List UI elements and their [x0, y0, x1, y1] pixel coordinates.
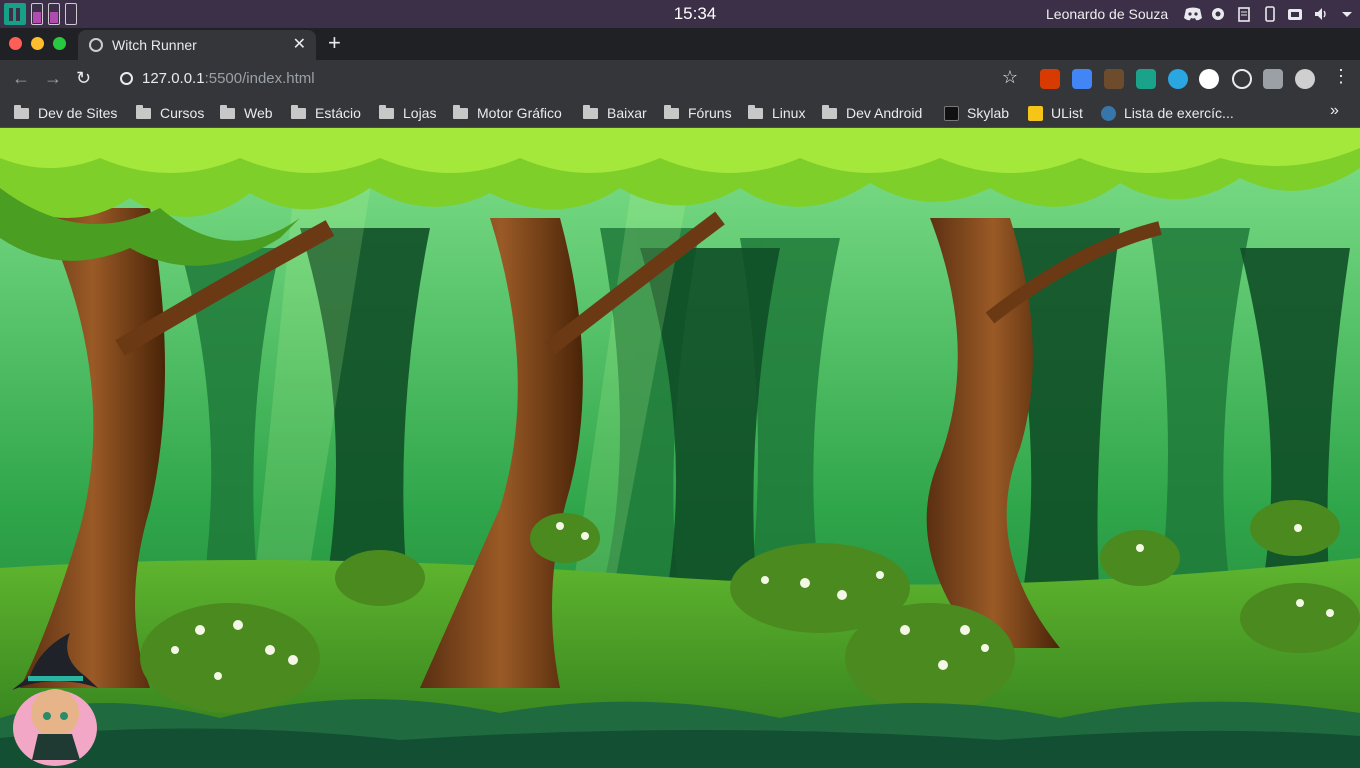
window-minimize-button[interactable] [31, 37, 44, 50]
folder-icon [136, 104, 151, 119]
workspace-1[interactable] [31, 3, 43, 25]
react-devtools-icon[interactable] [1232, 69, 1252, 89]
chevron-down-icon[interactable] [1339, 6, 1355, 22]
address-bar[interactable]: 127.0.0.1:5500/index.html ☆ [108, 64, 1028, 94]
forward-arrow-icon[interactable]: → [44, 68, 62, 89]
folder-icon [664, 104, 679, 119]
clock[interactable]: 15:34 [650, 4, 740, 24]
tab-witch-runner[interactable]: Witch Runner ✕ [78, 30, 316, 60]
bookmark-dev-de-sites[interactable]: Dev de Sites [14, 104, 117, 122]
window-maximize-button[interactable] [53, 37, 66, 50]
bookmark-linux[interactable]: Linux [748, 104, 805, 122]
bookmark-star-icon[interactable]: ☆ [1002, 67, 1018, 88]
folder-icon [583, 104, 598, 119]
bookmarks-bar: Dev de Sites Cursos Web Estácio Lojas Mo… [0, 98, 1360, 128]
profile-avatar[interactable] [1295, 69, 1315, 89]
new-tab-button[interactable]: + [328, 30, 341, 56]
folder-icon [379, 104, 394, 119]
bookmark-lojas[interactable]: Lojas [379, 104, 436, 122]
bookmark-baixar[interactable]: Baixar [583, 104, 647, 122]
bookmark-foruns[interactable]: Fóruns [664, 104, 732, 122]
os-top-panel: 15:34 Leonardo de Souza [0, 0, 1360, 28]
tab-title: Witch Runner [112, 37, 197, 53]
bookmark-cursos[interactable]: Cursos [136, 104, 204, 122]
bookmark-estacio[interactable]: Estácio [291, 104, 361, 122]
game-canvas[interactable] [0, 128, 1360, 768]
bookmark-lista-de-exercicios[interactable]: Lista de exercíc... [1101, 104, 1234, 122]
discord-icon[interactable] [1183, 6, 1203, 22]
folder-icon [748, 104, 763, 119]
menu-kebab-icon[interactable]: ⋮ [1332, 66, 1350, 87]
python-icon [1101, 105, 1116, 121]
bookmark-skylab[interactable]: Skylab [944, 104, 1009, 122]
folder-icon [220, 104, 235, 119]
site-info-icon[interactable] [120, 72, 133, 85]
tab-close-icon[interactable]: ✕ [293, 34, 306, 54]
user-name[interactable]: Leonardo de Souza [1046, 6, 1168, 22]
json-extension-icon[interactable] [1199, 69, 1219, 89]
back-arrow-icon[interactable]: ← [12, 68, 30, 89]
folder-icon [291, 104, 306, 119]
bookmark-web[interactable]: Web [220, 104, 273, 122]
globe-icon [89, 38, 103, 52]
manjaro-logo-icon[interactable] [4, 3, 26, 25]
google-translate-icon[interactable] [1072, 69, 1092, 89]
bookmarks-overflow-icon[interactable]: » [1330, 102, 1339, 120]
settings-icon[interactable] [1210, 6, 1226, 22]
phone-icon[interactable] [1262, 6, 1278, 22]
color-picker-extension-icon[interactable] [1104, 69, 1124, 89]
b-extension-icon[interactable] [1168, 69, 1188, 89]
office-extension-icon[interactable] [1040, 69, 1060, 89]
folder-icon [453, 104, 468, 119]
folder-icon [14, 104, 29, 119]
browser-toolbar: ← → ↻ 127.0.0.1:5500/index.html ☆ ⋮ [0, 60, 1360, 98]
bookmark-dev-android[interactable]: Dev Android [822, 104, 922, 122]
volume-icon[interactable] [1313, 6, 1329, 22]
folder-icon [822, 104, 837, 119]
extensions-puzzle-icon[interactable] [1263, 69, 1283, 89]
tab-strip: Witch Runner ✕ + [0, 28, 1360, 60]
url-text[interactable]: 127.0.0.1:5500/index.html [142, 70, 315, 87]
clipboard-icon[interactable] [1236, 6, 1252, 22]
workspace-3[interactable] [65, 3, 77, 25]
bookmark-motor-grafico[interactable]: Motor Gráfico [453, 104, 562, 122]
window-close-button[interactable] [9, 37, 22, 50]
bird-extension-icon[interactable] [1136, 69, 1156, 89]
skylab-icon [944, 105, 959, 121]
bookmark-ulist[interactable]: UList [1028, 104, 1083, 122]
reload-icon[interactable]: ↻ [76, 68, 91, 89]
forest-background [0, 128, 1360, 768]
ulist-icon [1028, 105, 1043, 121]
package-icon[interactable] [1287, 6, 1303, 22]
workspace-2[interactable] [48, 3, 60, 25]
